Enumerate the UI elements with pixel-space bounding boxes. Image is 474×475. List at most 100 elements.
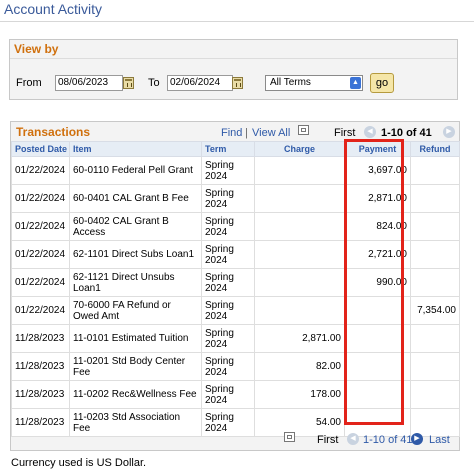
cell-date: 01/22/2024: [11, 268, 70, 297]
header-posted-date: Posted Date: [11, 141, 70, 157]
page-range: 1-10 of 41: [381, 127, 432, 139]
cell-charge: [254, 296, 345, 325]
cell-date: 11/28/2023: [11, 408, 70, 437]
cell-item: 60-0110 Federal Pell Grant: [69, 156, 202, 185]
cell-payment: 3,697.00: [344, 156, 411, 185]
cell-term: Spring 2024: [201, 352, 255, 381]
transactions-grid: Transactions Find | View All First ◀ 1-1…: [10, 121, 460, 451]
table-row: 01/22/2024 60-0402 CAL Grant B Access Sp…: [11, 212, 460, 241]
header-refund: Refund: [410, 141, 460, 157]
cell-term: Spring 2024: [201, 240, 255, 269]
table-row: 01/22/2024 62-1101 Direct Subs Loan1 Spr…: [11, 240, 460, 269]
table-row: 01/22/2024 60-0110 Federal Pell Grant Sp…: [11, 156, 460, 185]
first-label-bottom: First: [317, 434, 339, 446]
cell-payment: 2,871.00: [344, 184, 411, 213]
cell-payment: [344, 352, 411, 381]
transactions-title: Transactions: [16, 125, 91, 139]
to-date-input[interactable]: 02/06/2024: [167, 75, 233, 91]
cell-item: 11-0203 Std Association Fee: [69, 408, 202, 437]
cell-item: 60-0402 CAL Grant B Access: [69, 212, 202, 241]
cell-term: Spring 2024: [201, 324, 255, 353]
cell-term: Spring 2024: [201, 408, 255, 437]
next-page-icon-bottom[interactable]: ▶: [411, 433, 423, 445]
view-all-link[interactable]: View All: [252, 127, 290, 139]
table-row: 11/28/2023 11-0202 Rec&Wellness Fee Spri…: [11, 380, 460, 409]
cell-charge: 178.00: [254, 380, 345, 409]
cell-date: 01/22/2024: [11, 156, 70, 185]
transactions-table: Posted Date Item Term Charge Payment Ref…: [11, 141, 460, 437]
term-select-value: All Terms: [270, 77, 311, 88]
cell-charge: [254, 156, 345, 185]
header-term: Term: [201, 141, 255, 157]
table-row: 11/28/2023 11-0201 Std Body Center Fee S…: [11, 352, 460, 381]
chevron-down-icon: ▲: [350, 77, 361, 89]
cell-item: 11-0101 Estimated Tuition: [69, 324, 202, 353]
cell-date: 11/28/2023: [11, 380, 70, 409]
last-link-bottom[interactable]: Last: [429, 434, 450, 446]
header-payment: Payment: [344, 141, 411, 157]
cell-date: 01/22/2024: [11, 212, 70, 241]
cell-payment: 824.00: [344, 212, 411, 241]
table-row: 01/22/2024 70-6000 FA Refund or Owed Amt…: [11, 296, 460, 325]
view-by-divider: [10, 58, 457, 59]
cell-item: 62-1121 Direct Unsubs Loan1: [69, 268, 202, 297]
cell-charge: [254, 240, 345, 269]
cell-payment: 2,721.00: [344, 240, 411, 269]
view-by-panel: View by From 08/06/2023 To 02/06/2024 Al…: [9, 39, 458, 100]
cell-term: Spring 2024: [201, 156, 255, 185]
from-label: From: [16, 77, 42, 89]
cell-term: Spring 2024: [201, 296, 255, 325]
cell-refund: 7,354.00: [410, 296, 460, 325]
cell-refund: [410, 212, 460, 241]
cell-date: 11/28/2023: [11, 324, 70, 353]
cell-term: Spring 2024: [201, 184, 255, 213]
table-row: 01/22/2024 60-0401 CAL Grant B Fee Sprin…: [11, 184, 460, 213]
go-button[interactable]: go: [370, 73, 394, 93]
cell-refund: [410, 184, 460, 213]
cell-refund: [410, 324, 460, 353]
find-link[interactable]: Find: [221, 127, 242, 139]
header-charge: Charge: [254, 141, 345, 157]
previous-page-icon-bottom[interactable]: ◀: [347, 433, 359, 445]
table-row: 11/28/2023 11-0203 Std Association Fee S…: [11, 408, 460, 437]
cell-payment: [344, 380, 411, 409]
to-calendar-icon[interactable]: [232, 77, 243, 89]
cell-payment: 990.00: [344, 268, 411, 297]
cell-item: 70-6000 FA Refund or Owed Amt: [69, 296, 202, 325]
cell-refund: [410, 380, 460, 409]
to-label: To: [148, 77, 160, 89]
cell-charge: [254, 184, 345, 213]
cell-item: 62-1101 Direct Subs Loan1: [69, 240, 202, 269]
cell-date: 01/22/2024: [11, 184, 70, 213]
table-row: 11/28/2023 11-0101 Estimated Tuition Spr…: [11, 324, 460, 353]
cell-term: Spring 2024: [201, 212, 255, 241]
cell-term: Spring 2024: [201, 380, 255, 409]
cell-date: 11/28/2023: [11, 352, 70, 381]
first-label: First: [334, 127, 356, 139]
from-calendar-icon[interactable]: [123, 77, 134, 89]
nav-separator: |: [245, 127, 248, 139]
table-header-row: Posted Date Item Term Charge Payment Ref…: [11, 141, 460, 157]
title-divider: [0, 21, 474, 22]
cell-item: 11-0202 Rec&Wellness Fee: [69, 380, 202, 409]
cell-payment: [344, 324, 411, 353]
cell-item: 60-0401 CAL Grant B Fee: [69, 184, 202, 213]
next-page-icon[interactable]: ▶: [443, 126, 455, 138]
header-item: Item: [69, 141, 202, 157]
cell-date: 01/22/2024: [11, 296, 70, 325]
cell-refund: [410, 156, 460, 185]
cell-charge: [254, 268, 345, 297]
cell-refund: [410, 240, 460, 269]
from-date-input[interactable]: 08/06/2023: [55, 75, 123, 91]
cell-charge: 82.00: [254, 352, 345, 381]
term-select[interactable]: All Terms ▲: [265, 75, 363, 91]
zoom-grid-icon-bottom[interactable]: [284, 432, 295, 442]
zoom-grid-icon[interactable]: [298, 125, 309, 135]
cell-refund: [410, 268, 460, 297]
page-title: Account Activity: [4, 1, 103, 17]
table-row: 01/22/2024 62-1121 Direct Unsubs Loan1 S…: [11, 268, 460, 297]
currency-footnote: Currency used is US Dollar.: [11, 457, 147, 469]
previous-page-icon[interactable]: ◀: [364, 126, 376, 138]
cell-date: 01/22/2024: [11, 240, 70, 269]
cell-item: 11-0201 Std Body Center Fee: [69, 352, 202, 381]
